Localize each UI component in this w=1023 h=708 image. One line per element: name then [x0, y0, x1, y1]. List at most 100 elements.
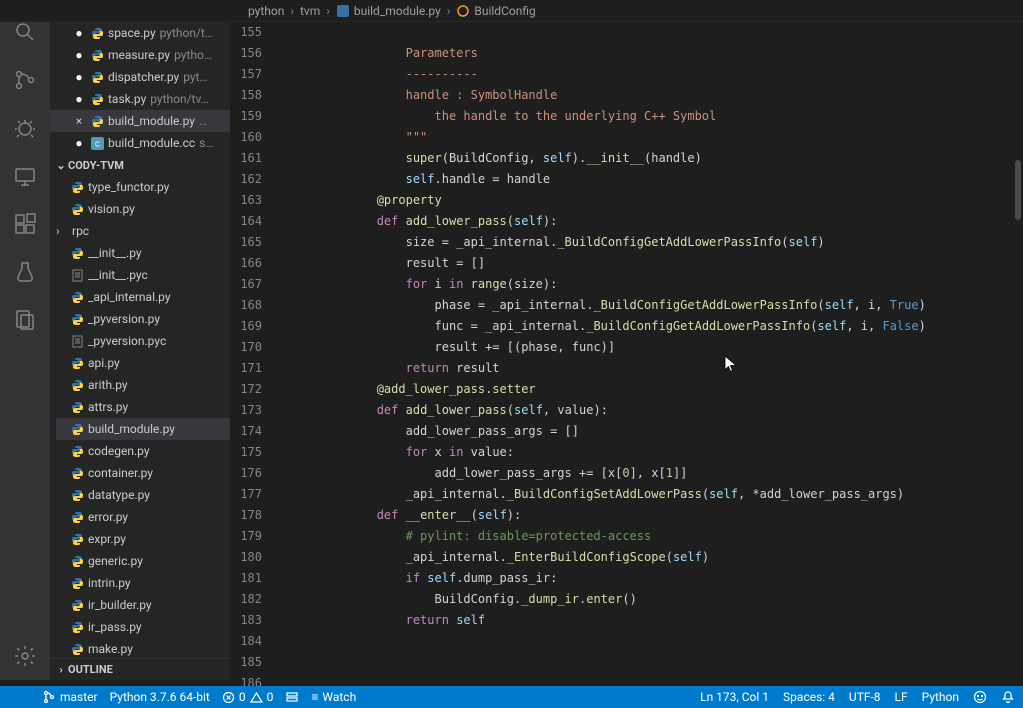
file-name: build_module.cc: [108, 136, 195, 150]
file-item[interactable]: build_module.py: [56, 418, 230, 440]
problems[interactable]: 0 0: [222, 690, 274, 704]
file-icon: [70, 202, 84, 216]
open-editor-item[interactable]: ● Cbuild_module.cc s…: [50, 132, 230, 154]
file-name: error.py: [88, 510, 128, 524]
file-icon: [90, 70, 104, 84]
python-interpreter[interactable]: Python 3.7.6 64-bit: [110, 690, 210, 704]
testing-icon[interactable]: [1, 248, 49, 296]
file-item[interactable]: intrin.py: [56, 572, 230, 594]
workspace-header[interactable]: ⌄ CODY-TVM: [50, 154, 230, 176]
file-tree: type_functor.pyvision.py›rpc__init__.py_…: [50, 176, 230, 680]
settings-gear-icon[interactable]: [1, 632, 49, 680]
minimap-scrollbar[interactable]: [1015, 160, 1021, 220]
file-name: intrin.py: [88, 576, 131, 590]
file-name: dispatcher.py: [108, 70, 179, 84]
file-icon: [70, 268, 84, 282]
file-item[interactable]: _api_internal.py: [56, 286, 230, 308]
feedback-icon[interactable]: [973, 690, 987, 704]
jupyter-server[interactable]: [285, 690, 299, 704]
open-editor-item[interactable]: ●task.py python/tv…: [50, 88, 230, 110]
file-icon: [70, 598, 84, 612]
open-editor-item[interactable]: ×build_module.py …: [50, 110, 230, 132]
file-item[interactable]: make.py: [56, 638, 230, 660]
outline-header[interactable]: › OUTLINE: [50, 658, 230, 680]
file-name: codegen.py: [88, 444, 150, 458]
file-name: build_module.py: [108, 114, 195, 128]
close-icon[interactable]: ×: [72, 114, 86, 128]
file-name: __init__.py: [88, 246, 142, 260]
file-name: arith.py: [88, 378, 128, 392]
file-icon: [70, 532, 84, 546]
file-name: container.py: [88, 466, 153, 480]
file-item[interactable]: api.py: [56, 352, 230, 374]
eol-status[interactable]: LF: [895, 690, 908, 704]
file-icon: [70, 576, 84, 590]
folder-name: rpc: [72, 224, 89, 238]
folder-item[interactable]: ›rpc: [56, 220, 230, 242]
file-icon: C: [90, 136, 104, 150]
file-icon: [70, 554, 84, 568]
file-path: python/tv…: [150, 92, 208, 106]
language-mode[interactable]: Python: [922, 690, 959, 704]
extensions-icon[interactable]: [1, 200, 49, 248]
cursor-position[interactable]: Ln 173, Col 1: [700, 690, 769, 704]
file-icon: [70, 312, 84, 326]
open-editor-item[interactable]: ●dispatcher.py pyt…: [50, 66, 230, 88]
encoding-status[interactable]: UTF-8: [849, 690, 881, 704]
remote-explorer-icon[interactable]: [1, 152, 49, 200]
file-item[interactable]: type_functor.py: [56, 176, 230, 198]
file-icon: [70, 466, 84, 480]
file-item[interactable]: ir_builder.py: [56, 594, 230, 616]
open-editor-item[interactable]: ●space.py python/t…: [50, 22, 230, 44]
file-item[interactable]: generic.py: [56, 550, 230, 572]
watch-label[interactable]: ≡Watch: [311, 690, 356, 704]
modified-dot-icon: ●: [72, 136, 86, 150]
debug-icon[interactable]: [1, 104, 49, 152]
file-name: space.py: [108, 26, 156, 40]
file-icon: [70, 290, 84, 304]
file-item[interactable]: datatype.py: [56, 484, 230, 506]
open-editor-item[interactable]: ●measure.py pytho…: [50, 44, 230, 66]
file-item[interactable]: __init__.pyc: [56, 264, 230, 286]
chevron-right-icon: ›: [326, 4, 330, 18]
breadcrumb-segment[interactable]: python: [248, 4, 284, 18]
chevron-right-icon: ›: [447, 4, 451, 18]
file-item[interactable]: attrs.py: [56, 396, 230, 418]
file-item[interactable]: __init__.py: [56, 242, 230, 264]
file-path: pytho…: [174, 48, 212, 62]
file-icon: [70, 642, 84, 656]
file-item[interactable]: codegen.py: [56, 440, 230, 462]
file-item[interactable]: _pyversion.py: [56, 308, 230, 330]
status-bar: master Python 3.7.6 64-bit 0 0 ≡Watch Ln…: [0, 686, 1023, 708]
references-icon[interactable]: [1, 296, 49, 344]
class-symbol-icon: [456, 4, 470, 18]
file-name: make.py: [88, 642, 133, 656]
file-item[interactable]: expr.py: [56, 528, 230, 550]
modified-dot-icon: ●: [72, 48, 86, 62]
indent-status[interactable]: Spaces: 4: [783, 690, 835, 704]
chevron-right-icon: ›: [54, 663, 68, 676]
file-name: api.py: [88, 356, 120, 370]
code-editor[interactable]: Parameters ---------- handle : SymbolHan…: [276, 22, 1023, 680]
file-icon: [70, 334, 84, 348]
activity-bar: [0, 0, 50, 680]
breadcrumb-symbol[interactable]: BuildConfig: [456, 4, 535, 18]
bell-icon[interactable]: [1001, 690, 1015, 704]
file-name: ir_builder.py: [88, 598, 152, 612]
file-icon: [70, 620, 84, 634]
file-icon: [90, 26, 104, 40]
git-branch[interactable]: master: [42, 690, 98, 704]
file-item[interactable]: ir_pass.py: [56, 616, 230, 638]
file-path: s…: [199, 136, 213, 150]
file-item[interactable]: vision.py: [56, 198, 230, 220]
file-icon: [70, 444, 84, 458]
breadcrumb-segment[interactable]: tvm: [300, 4, 320, 18]
file-item[interactable]: arith.py: [56, 374, 230, 396]
file-name: ir_pass.py: [88, 620, 142, 634]
file-name: generic.py: [88, 554, 143, 568]
file-item[interactable]: _pyversion.pyc: [56, 330, 230, 352]
file-item[interactable]: container.py: [56, 462, 230, 484]
source-control-icon[interactable]: [1, 56, 49, 104]
breadcrumb-segment[interactable]: build_module.py: [336, 4, 441, 18]
file-item[interactable]: error.py: [56, 506, 230, 528]
